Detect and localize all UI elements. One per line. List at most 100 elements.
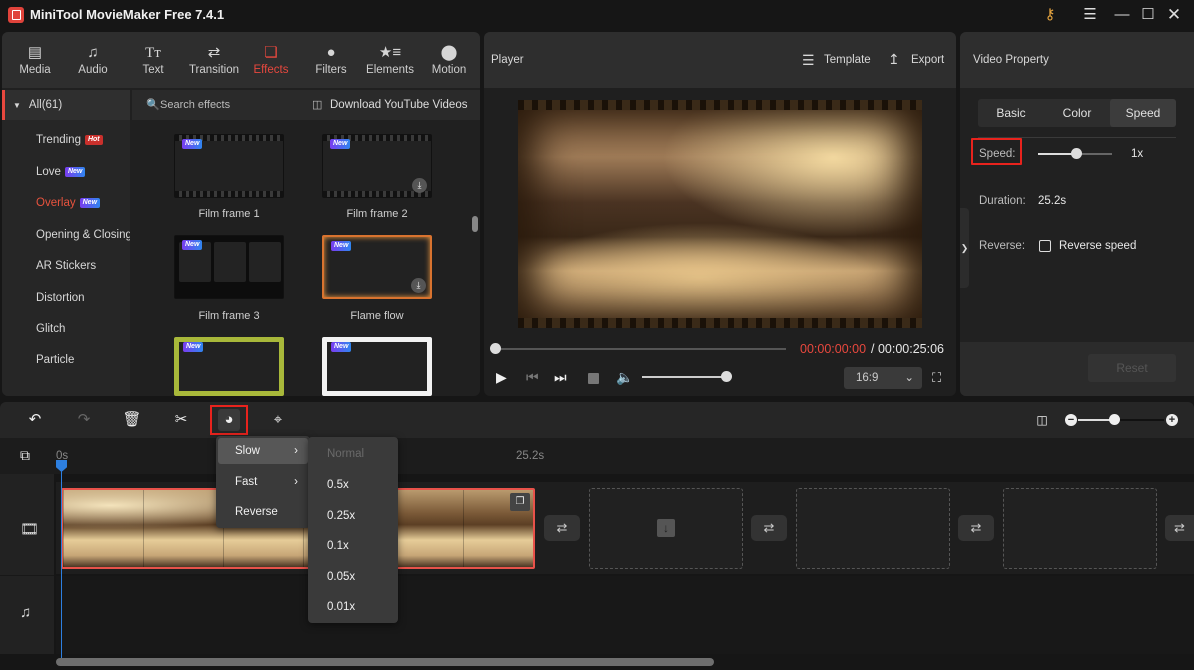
add-track-icon[interactable]: ⧉ xyxy=(20,447,30,464)
reverse-speed-checkbox[interactable] xyxy=(1039,240,1051,252)
volume-slider[interactable] xyxy=(642,376,726,378)
play-button[interactable]: ▶ xyxy=(496,369,507,386)
category-distortion[interactable]: Distortion xyxy=(2,284,130,312)
seek-bar[interactable] xyxy=(494,348,786,350)
tab-basic[interactable]: Basic xyxy=(978,99,1044,127)
stop-button[interactable] xyxy=(588,373,599,384)
video-preview[interactable] xyxy=(518,100,922,328)
tab-effects[interactable]: ❏ Effects xyxy=(242,32,300,88)
youtube-download-icon: ◫ xyxy=(312,99,323,111)
crop-icon[interactable]: ⌖ xyxy=(267,409,289,431)
effect-thumb-film-frame-1[interactable]: New xyxy=(174,134,284,198)
speed-gauge-icon[interactable]: ◕ xyxy=(218,409,240,431)
category-particle[interactable]: Particle xyxy=(2,346,130,374)
category-glitch[interactable]: Glitch xyxy=(2,315,130,343)
duration-label: Duration: xyxy=(979,195,1026,207)
clip-copy-icon[interactable]: ❐ xyxy=(510,493,530,511)
empty-clip-slot[interactable] xyxy=(796,488,950,569)
fit-timeline-icon[interactable]: ◫ xyxy=(1031,409,1053,431)
video-property-panel: Video Property Basic Color Speed Speed: … xyxy=(960,32,1194,396)
timeline-zoom-handle[interactable] xyxy=(1109,414,1120,425)
next-frame-button[interactable]: ⏭ xyxy=(554,369,567,386)
timeline-scrollbar[interactable] xyxy=(56,658,714,666)
zoom-out-icon[interactable]: − xyxy=(1065,414,1077,426)
effect-thumb-overlay-5[interactable]: New xyxy=(174,337,284,396)
transition-slot-button[interactable]: ⇄ xyxy=(1165,515,1194,541)
download-icon[interactable]: ⤓ xyxy=(411,278,426,293)
transition-slot-button[interactable]: ⇄ xyxy=(544,515,580,541)
music-icon: ♫ xyxy=(87,44,99,61)
submenu-item-0-5x[interactable]: 0.5x xyxy=(308,470,398,500)
empty-clip-slot[interactable] xyxy=(1003,488,1157,569)
transition-slot-button[interactable]: ⇄ xyxy=(958,515,994,541)
category-opening-closing[interactable]: Opening & Closing xyxy=(2,221,130,249)
close-icon[interactable]: ✕ xyxy=(1162,4,1186,26)
download-icon[interactable]: ⤓ xyxy=(412,178,427,193)
slow-submenu: Normal 0.5x 0.25x 0.1x 0.05x 0.01x xyxy=(308,437,398,623)
effect-thumb-film-frame-2[interactable]: New ⤓ xyxy=(322,134,432,198)
empty-clip-slot[interactable]: ↓ xyxy=(589,488,743,569)
undo-icon[interactable]: ↶ xyxy=(24,409,46,431)
tab-motion[interactable]: ⬤ Motion xyxy=(420,32,478,88)
reset-button[interactable]: Reset xyxy=(1088,354,1176,382)
submenu-item-0-25x[interactable]: 0.25x xyxy=(308,501,398,531)
category-overlay[interactable]: Overlay New xyxy=(2,189,130,217)
menu-item-fast[interactable]: Fast › xyxy=(218,469,308,495)
tab-speed[interactable]: Speed xyxy=(1110,99,1176,127)
playhead[interactable] xyxy=(61,462,62,658)
download-youtube-link[interactable]: Download YouTube Videos xyxy=(330,99,467,111)
key-icon[interactable]: ⚷ xyxy=(1038,4,1062,26)
submenu-item-0-1x[interactable]: 0.1x xyxy=(308,531,398,561)
zoom-in-icon[interactable]: + xyxy=(1166,414,1178,426)
split-icon[interactable]: ✂ xyxy=(170,409,192,431)
menu-item-reverse[interactable]: Reverse xyxy=(218,499,308,525)
volume-icon[interactable]: 🔈 xyxy=(616,369,633,386)
transition-slot-button[interactable]: ⇄ xyxy=(751,515,787,541)
category-trending[interactable]: Trending Hot xyxy=(2,126,130,154)
category-all[interactable]: ▼ All(61) xyxy=(2,90,130,120)
maximize-icon[interactable]: ☐ xyxy=(1136,4,1160,26)
speed-handle[interactable] xyxy=(1071,148,1082,159)
speed-label: Speed: xyxy=(979,148,1016,160)
effect-thumb-flame-flow[interactable]: New ⤓ xyxy=(322,235,432,299)
tab-elements[interactable]: ★≡ Elements xyxy=(360,32,420,88)
effect-label: Film frame 3 xyxy=(198,310,260,322)
redo-icon[interactable]: ↷ xyxy=(73,409,95,431)
search-bar: 🔍 Search effects ◫ Download YouTube Vide… xyxy=(132,90,480,120)
minimize-icon[interactable]: — xyxy=(1110,4,1134,26)
tab-transition[interactable]: ⇄ Transition xyxy=(182,32,246,88)
fullscreen-icon[interactable]: ⛶ xyxy=(932,370,941,386)
effects-scrollbar[interactable] xyxy=(472,216,478,232)
tab-audio[interactable]: ♫ Audio xyxy=(64,32,122,88)
new-badge: New xyxy=(64,166,86,177)
hot-badge: Hot xyxy=(84,134,103,145)
audio-track[interactable] xyxy=(56,576,1194,654)
export-button[interactable]: Export xyxy=(911,54,944,66)
total-time: / 00:00:25:06 xyxy=(871,342,944,356)
volume-handle[interactable] xyxy=(721,371,732,382)
tab-filters[interactable]: ● Filters xyxy=(302,32,360,88)
search-input[interactable]: Search effects xyxy=(160,99,230,111)
tab-color[interactable]: Color xyxy=(1044,99,1110,127)
collapse-panel-button[interactable]: ❯ xyxy=(960,208,969,288)
effect-thumb-film-frame-3[interactable]: New xyxy=(174,235,284,299)
tab-media[interactable]: ▤ Media xyxy=(6,32,64,88)
category-love[interactable]: Love New xyxy=(2,158,130,186)
new-badge: New xyxy=(182,240,203,250)
effect-thumb-overlay-6[interactable]: New xyxy=(322,337,432,396)
submenu-item-0-01x[interactable]: 0.01x xyxy=(308,592,398,622)
seek-handle[interactable] xyxy=(490,343,501,354)
timeline-ruler[interactable] xyxy=(0,438,1194,474)
previous-frame-button[interactable]: ⏮ xyxy=(526,369,539,386)
menu-item-slow[interactable]: Slow › xyxy=(218,438,308,464)
tab-text[interactable]: Tт Text xyxy=(124,32,182,88)
menu-icon[interactable]: ☰ xyxy=(1078,4,1102,26)
submenu-item-0-05x[interactable]: 0.05x xyxy=(308,562,398,592)
new-badge: New xyxy=(331,342,352,352)
filters-icon: ● xyxy=(326,44,336,61)
template-button[interactable]: Template xyxy=(824,54,871,66)
reverse-speed-label[interactable]: Reverse speed xyxy=(1059,240,1136,252)
aspect-ratio-select[interactable]: 16:9 ⌄ xyxy=(844,367,922,389)
category-ar-stickers[interactable]: AR Stickers xyxy=(2,252,130,280)
delete-icon[interactable]: 🗑 xyxy=(121,409,143,431)
